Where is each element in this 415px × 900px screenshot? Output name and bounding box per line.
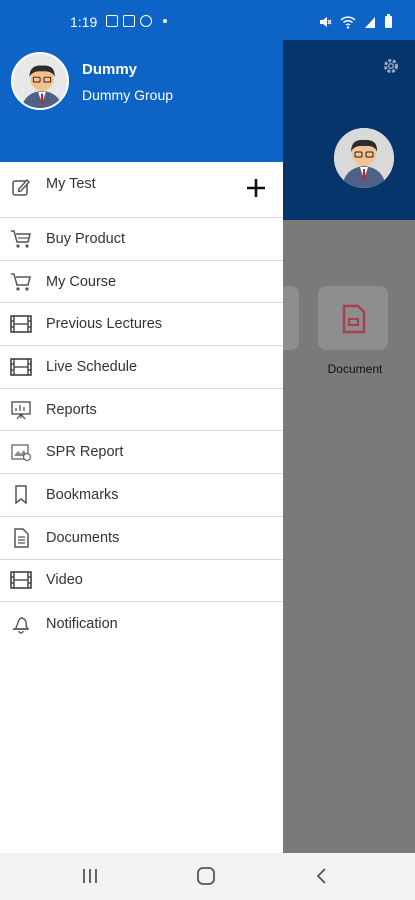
app-notification-icon [123, 15, 135, 27]
settings-notification-icon [140, 15, 152, 27]
menu-item-notification[interactable]: Notification [0, 602, 283, 645]
pdf-document-icon [342, 304, 366, 334]
presentation-chart-icon [10, 399, 32, 421]
menu-item-label: Documents [46, 529, 120, 546]
menu-item-label: Video [46, 572, 83, 589]
status-time: 1:19 [70, 14, 98, 30]
user-group: Dummy Group [82, 87, 174, 103]
back-icon[interactable] [311, 865, 333, 887]
cart-icon [10, 271, 32, 293]
drawer-header: Dummy Dummy Group [0, 40, 283, 162]
menu-item-video[interactable]: Video [0, 560, 283, 603]
background-document-card [318, 286, 388, 350]
home-icon[interactable] [195, 865, 217, 887]
menu-item-bookmarks[interactable]: Bookmarks [0, 474, 283, 517]
status-bar: 1:19 [0, 0, 415, 40]
menu-item-label: Bookmarks [46, 486, 119, 503]
bookmark-icon [10, 484, 32, 506]
menu-item-label: My Test [46, 176, 96, 192]
recent-apps-icon[interactable] [79, 865, 101, 887]
system-nav-bar [0, 853, 415, 900]
document-icon [10, 527, 32, 549]
cart-icon [10, 228, 32, 250]
user-avatar[interactable] [11, 52, 69, 110]
menu-item-buy-product[interactable]: Buy Product [0, 218, 283, 261]
film-icon [10, 569, 32, 591]
menu-item-reports[interactable]: Reports [0, 389, 283, 432]
signal-icon [365, 16, 375, 28]
menu-item-label: Previous Lectures [46, 316, 163, 333]
menu-item-label: Reports [46, 401, 97, 418]
background-card-partial [283, 286, 299, 350]
background-avatar [334, 128, 394, 188]
menu-item-documents[interactable]: Documents [0, 517, 283, 560]
menu-item-label: Notification [46, 615, 118, 632]
menu-item-my-course[interactable]: My Course [0, 261, 283, 304]
battery-icon [385, 14, 392, 28]
film-icon [10, 356, 32, 378]
drawer-menu: My Test Buy Product My Course Previous L… [0, 162, 283, 645]
status-notification-icons [106, 15, 167, 27]
menu-item-my-test[interactable]: My Test [0, 162, 283, 218]
navigation-drawer: Dummy Dummy Group My Test Buy Product My… [0, 40, 283, 853]
status-system-icons [318, 14, 393, 29]
menu-item-label: My Course [46, 273, 117, 290]
mute-icon [320, 16, 332, 27]
background-document-label: Document [327, 362, 383, 376]
menu-item-label: Live Schedule [46, 358, 138, 375]
wifi-icon [340, 15, 356, 29]
menu-item-live-schedule[interactable]: Live Schedule [0, 346, 283, 389]
film-icon [10, 313, 32, 335]
user-name: Dummy [82, 61, 138, 78]
report-image-icon [10, 441, 32, 463]
menu-item-previous-lectures[interactable]: Previous Lectures [0, 303, 283, 347]
edit-icon [10, 176, 32, 198]
settings-gear-icon[interactable] [381, 56, 401, 76]
more-notifications-dot-icon [163, 19, 167, 23]
bell-icon [10, 613, 32, 635]
plus-icon[interactable] [245, 177, 267, 199]
menu-item-label: SPR Report [46, 444, 124, 461]
gallery-notification-icon [106, 15, 118, 27]
menu-item-label: Buy Product [46, 230, 125, 247]
menu-item-spr-report[interactable]: SPR Report [0, 431, 283, 475]
